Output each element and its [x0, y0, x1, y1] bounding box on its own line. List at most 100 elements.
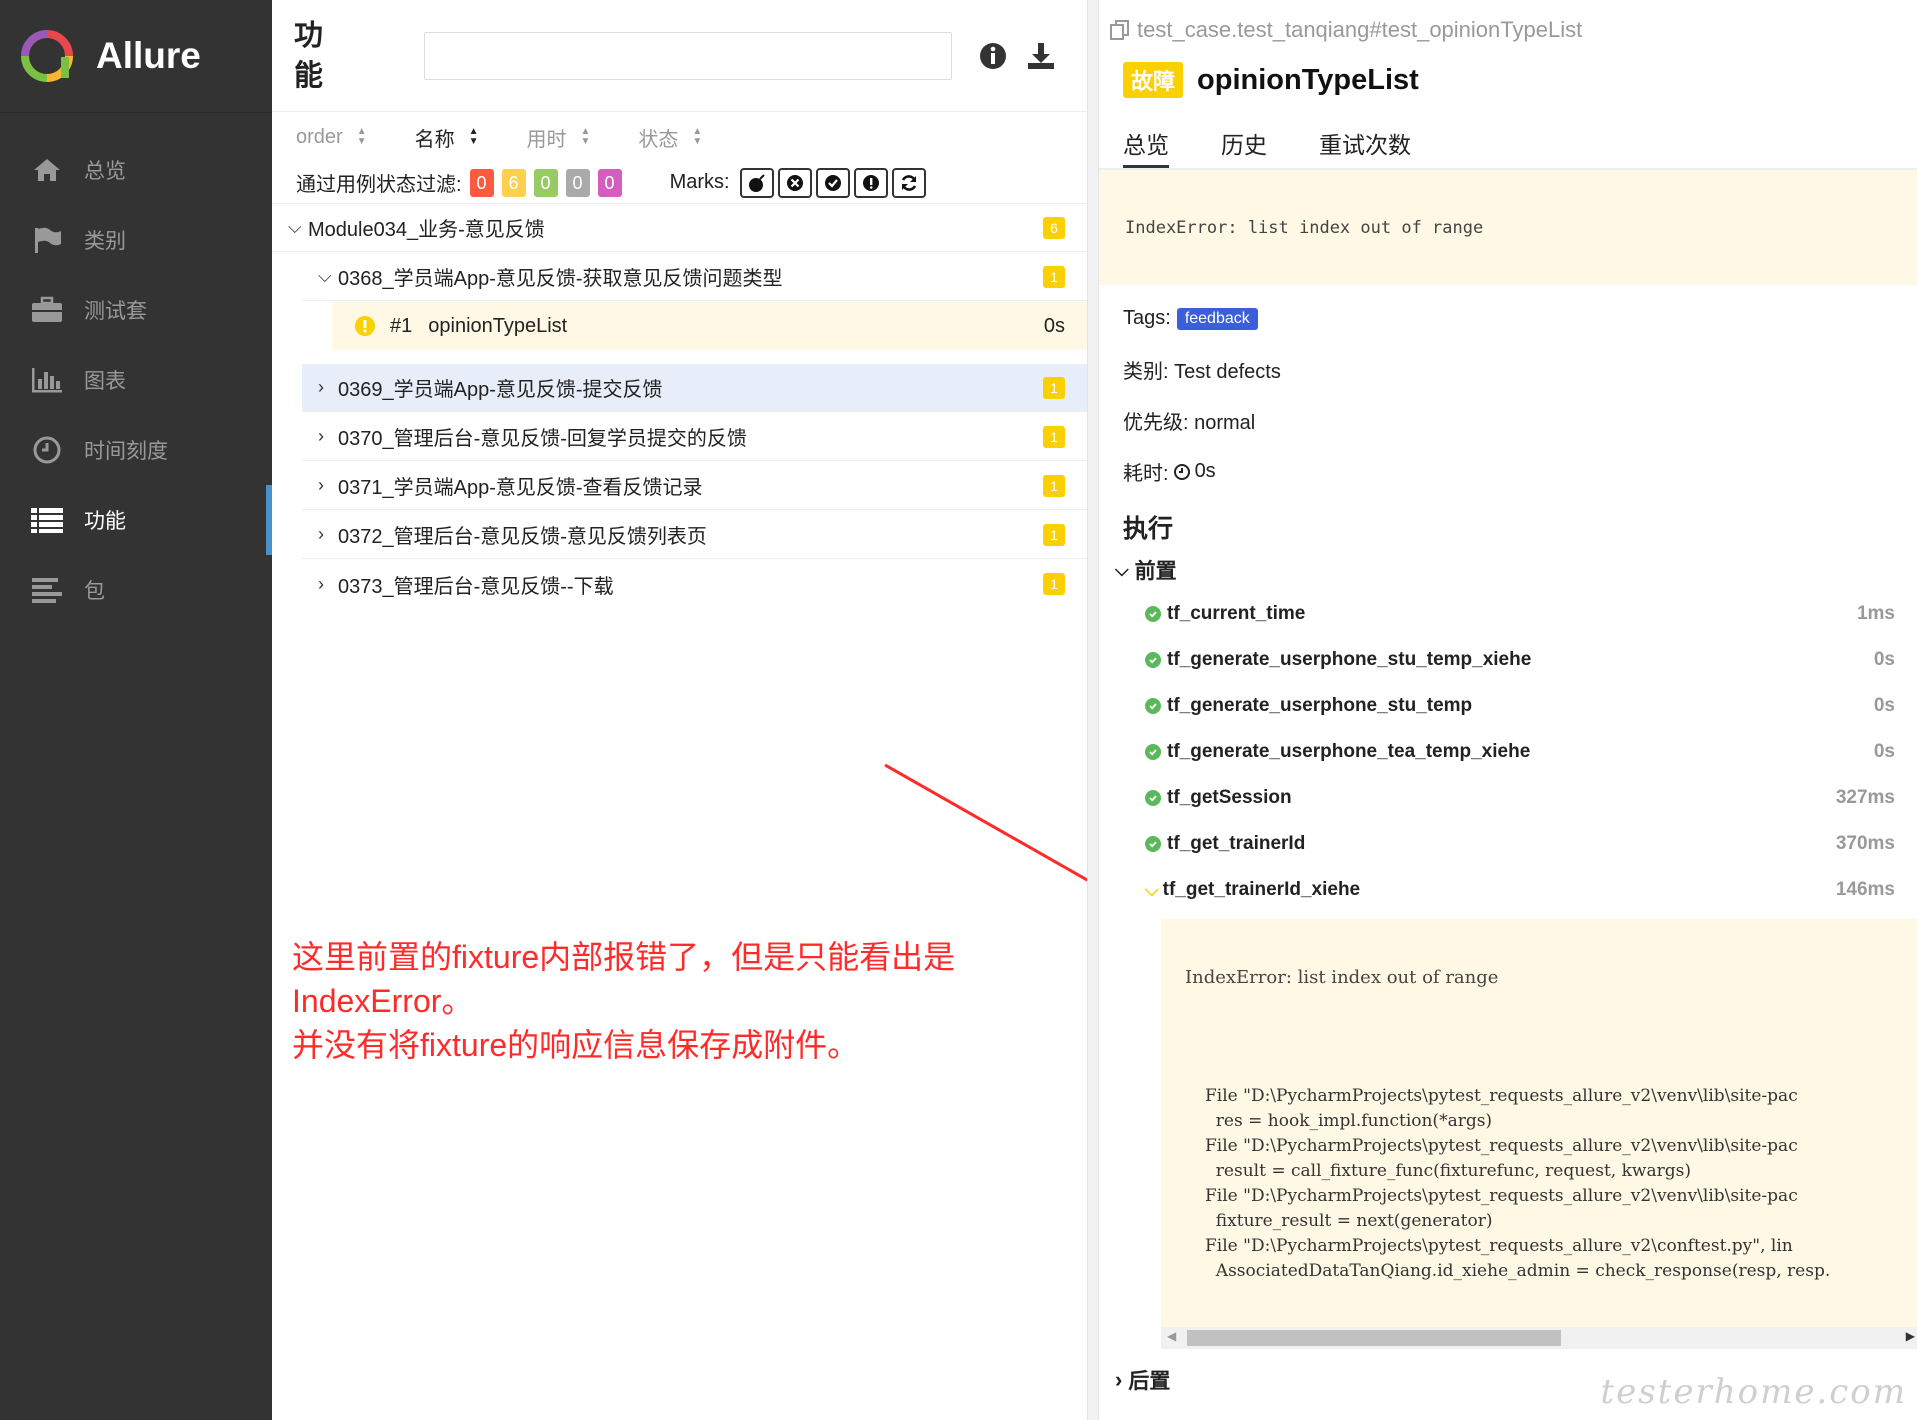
- brand[interactable]: Allure: [0, 0, 272, 113]
- sidebar-nav: 总览 类别 测试套 图表 时间刻度 功能 包: [0, 135, 272, 625]
- tree-node-story[interactable]: ⌵ 0368_学员端App-意见反馈-获取意见反馈问题类型 1: [302, 253, 1087, 301]
- sidebar-item-behaviors[interactable]: 功能: [0, 485, 272, 555]
- scroll-left-icon[interactable]: ◀: [1167, 1329, 1176, 1343]
- test-case-row[interactable]: #1 opinionTypeList 0s: [332, 302, 1087, 350]
- status-badge: 故障: [1123, 62, 1184, 98]
- list-icon: [30, 505, 64, 535]
- setup-step[interactable]: tf_generate_userphone_stu_temp_xiehe 0s: [1099, 637, 1917, 683]
- setup-step[interactable]: tf_current_time 1ms: [1099, 591, 1917, 637]
- test-detail-panel: test_case.test_tanqiang#test_opinionType…: [1099, 0, 1917, 1420]
- sort-arrows-icon: ▲ ▼: [468, 126, 479, 147]
- sidebar-item-packages[interactable]: 包: [0, 555, 272, 625]
- bar-chart-icon: [30, 365, 64, 395]
- tab-overview[interactable]: 总览: [1123, 118, 1169, 168]
- scrollbar-thumb[interactable]: [1187, 1330, 1561, 1346]
- sort-duration[interactable]: 用时 ▲ ▼: [527, 123, 591, 152]
- count-badge: 1: [1043, 524, 1065, 546]
- test-meta: Tags: feedback 类别: Test defects 优先级: nor…: [1099, 293, 1917, 497]
- broken-status-icon: [355, 316, 375, 336]
- mark-new-broken-toggle[interactable]: [853, 167, 888, 198]
- step-error-box: IndexError: list index out of range File…: [1161, 919, 1917, 1349]
- sort-order[interactable]: order ▲ ▼: [296, 126, 367, 149]
- tag-badge: feedback: [1176, 307, 1258, 330]
- count-badge: 1: [1043, 377, 1065, 399]
- sidebar-item-timeline[interactable]: 时间刻度: [0, 415, 272, 485]
- info-icon[interactable]: [978, 41, 1008, 71]
- sidebar-item-overview[interactable]: 总览: [0, 135, 272, 205]
- home-icon: [30, 155, 64, 185]
- tree-node-feature[interactable]: ⌵ Module034_业务-意见反馈 6: [272, 204, 1087, 252]
- chevron-down-icon: ⌵: [318, 266, 332, 286]
- download-icon[interactable]: [1026, 41, 1056, 71]
- clock-icon: [30, 435, 64, 465]
- tree-node-story[interactable]: › 0369_学员端App-意见反馈-提交反馈 1: [302, 364, 1087, 412]
- times-circle-icon: [786, 174, 803, 191]
- mark-new-failed-toggle[interactable]: [777, 167, 812, 198]
- count-badge: 6: [1043, 217, 1065, 239]
- setup-step[interactable]: tf_get_trainerId 370ms: [1099, 821, 1917, 867]
- tree-node-story[interactable]: › 0372_管理后台-意见反馈-意见反馈列表页 1: [302, 511, 1087, 559]
- error-message: IndexError: list index out of range: [1099, 170, 1917, 285]
- sidebar-item-label: 图表: [84, 370, 126, 393]
- horizontal-scrollbar[interactable]: ◀ ▶: [1161, 1327, 1917, 1349]
- clock-icon: [1173, 463, 1190, 480]
- scroll-right-icon[interactable]: ▶: [1906, 1329, 1915, 1343]
- marks-label: Marks:: [669, 171, 730, 193]
- chevron-down-icon: ⌵: [1115, 559, 1129, 580]
- chevron-right-icon: ›: [318, 524, 324, 544]
- case-number: #1: [390, 314, 413, 337]
- count-badge: 1: [1043, 475, 1065, 497]
- setup-step[interactable]: tf_getSession 327ms: [1099, 775, 1917, 821]
- tab-history[interactable]: 历史: [1221, 118, 1267, 168]
- copy-icon[interactable]: [1109, 19, 1131, 41]
- test-title: opinionTypeList: [1197, 63, 1419, 96]
- mark-flaky-toggle[interactable]: [739, 167, 774, 198]
- tab-retries[interactable]: 重试次数: [1319, 118, 1411, 168]
- filter-unknown-badge[interactable]: 0: [597, 168, 622, 197]
- panel-splitter[interactable]: [1087, 0, 1099, 1420]
- sidebar-item-label: 时间刻度: [84, 440, 168, 463]
- sort-arrows-icon: ▲ ▼: [580, 126, 591, 147]
- case-duration: 0s: [1043, 314, 1065, 337]
- sidebar-item-graphs[interactable]: 图表: [0, 345, 272, 415]
- sort-name[interactable]: 名称 ▲ ▼: [415, 123, 479, 152]
- sort-arrows-icon: ▲ ▼: [692, 126, 703, 147]
- passed-check-icon: [1145, 698, 1161, 714]
- mark-new-passed-toggle[interactable]: [815, 167, 850, 198]
- exclamation-circle-icon: [862, 174, 879, 191]
- passed-check-icon: [1145, 606, 1161, 622]
- setup-step-failed[interactable]: ⌵ tf_get_trainerId_xiehe 146ms: [1099, 867, 1917, 913]
- flag-icon: [30, 225, 64, 255]
- tree-node-story[interactable]: › 0373_管理后台-意见反馈--下载 1: [302, 560, 1087, 608]
- chevron-right-icon: ›: [318, 426, 324, 446]
- tree-node-story[interactable]: › 0371_学员端App-意见反馈-查看反馈记录 1: [302, 462, 1087, 510]
- duration-line: 耗时: 0s: [1123, 460, 1216, 485]
- setup-section-toggle[interactable]: ⌵ 前置: [1099, 549, 1917, 591]
- mark-retries-toggle[interactable]: [891, 167, 926, 198]
- chevron-down-icon: ⌵: [1145, 879, 1159, 900]
- watermark: testerhome.com: [1600, 1372, 1907, 1412]
- setup-step[interactable]: tf_generate_userphone_tea_temp_xiehe 0s: [1099, 729, 1917, 775]
- page-title: 功 能: [294, 19, 324, 92]
- check-circle-icon: [824, 174, 841, 191]
- filter-failed-badge[interactable]: 0: [469, 168, 494, 197]
- filter-skipped-badge[interactable]: 0: [565, 168, 590, 197]
- test-title-row: 故障 opinionTypeList: [1099, 60, 1917, 100]
- tree-node-story[interactable]: › 0370_管理后台-意见反馈-回复学员提交的反馈 1: [302, 413, 1087, 461]
- step-error-message: IndexError: list index out of range: [1185, 967, 1499, 988]
- brand-name: Allure: [96, 35, 201, 76]
- search-input[interactable]: [424, 31, 952, 80]
- sort-arrows-icon: ▲ ▼: [356, 126, 367, 147]
- filter-broken-badge[interactable]: 6: [501, 168, 526, 197]
- setup-step[interactable]: tf_generate_userphone_stu_temp 0s: [1099, 683, 1917, 729]
- sort-status[interactable]: 状态 ▲ ▼: [638, 123, 702, 152]
- sidebar-item-categories[interactable]: 类别: [0, 205, 272, 275]
- stack-trace: File "D:\PycharmProjects\pytest_requests…: [1205, 1086, 1831, 1281]
- filter-passed-badge[interactable]: 0: [533, 168, 558, 197]
- passed-check-icon: [1145, 790, 1161, 806]
- chevron-right-icon: ›: [318, 377, 324, 397]
- sidebar-item-label: 包: [84, 580, 105, 603]
- sidebar-item-label: 测试套: [84, 300, 147, 323]
- sidebar-item-suites[interactable]: 测试套: [0, 275, 272, 345]
- bomb-icon: [748, 173, 765, 192]
